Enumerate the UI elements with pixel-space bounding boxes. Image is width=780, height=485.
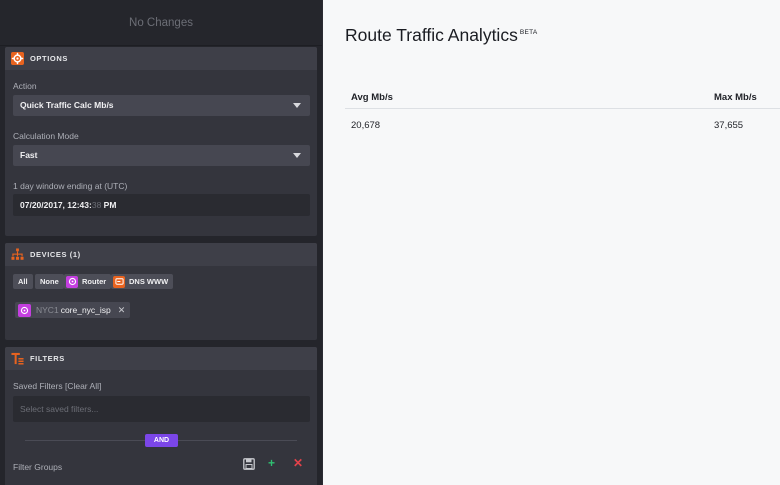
filter-icon — [11, 352, 24, 365]
table-divider — [345, 108, 780, 109]
beta-badge: BETA — [519, 29, 538, 37]
calculation-mode-select[interactable]: Fast — [13, 145, 310, 166]
and-toggle[interactable]: AND — [145, 434, 178, 447]
dns-glyph — [114, 278, 124, 285]
action-label: Action — [13, 81, 37, 91]
router-glyph — [20, 306, 29, 314]
window-ampm: PM — [101, 200, 117, 210]
remove-icon[interactable]: ✕ — [293, 457, 303, 469]
dns-icon — [113, 275, 125, 288]
devices-panel: DEVICES (1) All None Router DNS WWW NYC1… — [5, 243, 317, 340]
devices-panel-header[interactable]: DEVICES (1) — [5, 243, 317, 266]
table-cell-avg: 20,678 — [351, 120, 381, 131]
table-cell-max: 37,655 — [714, 120, 744, 131]
selected-device-tag[interactable]: NYC1 core_nyc_isp ✕ — [15, 302, 131, 318]
page-title-text: Route Traffic Analytics — [345, 25, 518, 45]
chip-label: Router — [82, 277, 107, 286]
chevron-down-icon — [293, 153, 301, 158]
device-site-prefix: NYC1 — [36, 305, 59, 315]
router-icon — [66, 275, 78, 288]
saved-filters-placeholder: Select saved filters... — [20, 404, 99, 414]
add-icon[interactable]: + — [268, 457, 275, 469]
status-bar: No Changes — [0, 0, 322, 46]
column-header-avg: Avg Mb/s — [351, 92, 393, 103]
calculation-mode-label: Calculation Mode — [13, 131, 79, 141]
main-content: Route Traffic Analytics BETA Avg Mb/s Max… — [323, 0, 780, 485]
filters-title: FILTERS — [30, 354, 65, 363]
filters-panel: FILTERS Saved Filters [Clear All] Select… — [5, 347, 317, 485]
chip-label: DNS WWW — [129, 277, 169, 286]
chip-label: All — [18, 277, 28, 286]
chip-all[interactable]: All — [13, 274, 33, 289]
sidebar: No Changes OPTIONS Action Quick Traffic … — [0, 0, 322, 485]
chip-router[interactable]: Router — [64, 274, 112, 289]
router-glyph — [68, 277, 76, 286]
device-name: core_nyc_isp — [60, 305, 111, 315]
filter-groups-label: Filter Groups — [13, 462, 63, 472]
save-icon[interactable] — [243, 458, 255, 472]
column-header-max: Max Mb/s — [714, 92, 757, 103]
devices-title: DEVICES (1) — [30, 250, 81, 259]
filters-panel-header[interactable]: FILTERS — [5, 347, 317, 370]
save-glyph — [243, 458, 255, 470]
devices-icon — [11, 248, 24, 260]
action-select-value: Quick Traffic Calc Mb/s — [20, 100, 114, 110]
window-datetime-input[interactable]: 07/20/2017, 12:43:38 PM — [13, 194, 310, 216]
chip-label: None — [40, 277, 59, 286]
gear-icon — [11, 52, 24, 65]
options-panel-header[interactable]: OPTIONS — [5, 47, 317, 70]
close-icon[interactable]: ✕ — [118, 305, 126, 316]
router-icon — [18, 303, 31, 317]
saved-filters-label[interactable]: Saved Filters [Clear All] — [13, 381, 101, 391]
chevron-down-icon — [293, 103, 301, 108]
window-label: 1 day window ending at (UTC) — [13, 181, 128, 191]
page-title: Route Traffic Analytics BETA — [345, 25, 538, 46]
window-seconds: 38 — [91, 200, 102, 210]
action-select[interactable]: Quick Traffic Calc Mb/s — [13, 95, 310, 116]
options-title: OPTIONS — [30, 54, 68, 63]
saved-filters-select[interactable]: Select saved filters... — [13, 396, 310, 422]
chip-dns-www[interactable]: DNS WWW — [111, 274, 174, 289]
calculation-mode-value: Fast — [20, 150, 38, 160]
chip-none[interactable]: None — [35, 274, 64, 289]
window-date: 07/20/2017, 12:43: — [20, 200, 92, 210]
options-panel: OPTIONS Action Quick Traffic Calc Mb/s C… — [5, 47, 317, 236]
